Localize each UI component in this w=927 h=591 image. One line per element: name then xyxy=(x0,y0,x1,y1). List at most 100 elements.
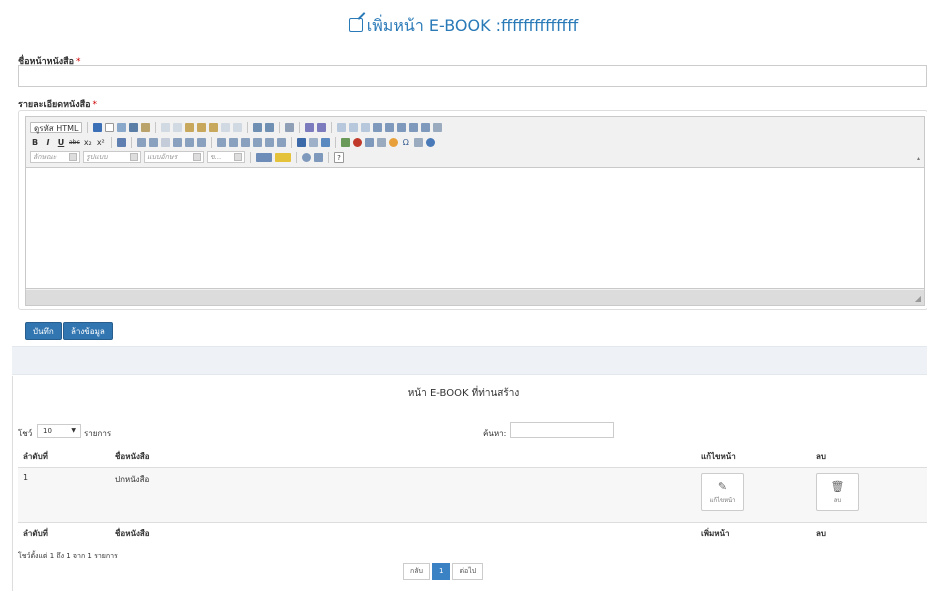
editor-content-area[interactable] xyxy=(26,167,924,289)
link-icon[interactable] xyxy=(296,137,306,147)
smiley-icon[interactable] xyxy=(388,137,398,147)
radio-icon[interactable] xyxy=(361,122,371,132)
rtl-icon[interactable] xyxy=(276,137,286,147)
image-icon[interactable] xyxy=(340,137,350,147)
iframe-icon[interactable] xyxy=(425,137,435,147)
bg-color-icon[interactable] xyxy=(275,152,291,162)
clear-button[interactable]: ล้างข้อมูล xyxy=(63,322,113,340)
new-page-icon[interactable] xyxy=(105,122,115,132)
maximize-icon[interactable] xyxy=(302,152,311,162)
table-icon[interactable] xyxy=(364,137,374,147)
print-icon[interactable] xyxy=(129,122,139,132)
page-title-text: เพิ่มหน้า E-BOOK :ffffffffffffff xyxy=(366,16,579,35)
select-icon[interactable] xyxy=(397,122,407,132)
footer-col-add: เพิ่มหน้า xyxy=(696,522,811,544)
col-header-no[interactable]: ลำดับที่ xyxy=(18,446,110,468)
spellcheck-icon[interactable] xyxy=(305,122,315,132)
strike-button[interactable]: abc xyxy=(69,137,80,148)
page-title: เพิ่มหน้า E-BOOK :ffffffffffffff xyxy=(0,14,927,39)
bold-button[interactable]: B xyxy=(30,137,40,148)
show-blocks-icon[interactable] xyxy=(314,152,323,162)
superscript-button[interactable]: x² xyxy=(96,137,106,148)
redo-icon[interactable] xyxy=(233,122,243,132)
edit-page-button[interactable]: ✎ แก้ไขหน้า xyxy=(701,473,744,511)
chevron-down-icon xyxy=(130,153,138,161)
toolbar-separator xyxy=(247,121,249,133)
checkbox-icon[interactable] xyxy=(349,122,359,132)
size-combo[interactable]: ข... xyxy=(207,151,245,163)
div-icon[interactable] xyxy=(196,137,206,147)
source-button[interactable]: ดูรหัส HTML xyxy=(30,121,83,133)
prev-page-button[interactable]: กลับ xyxy=(403,563,430,580)
page-size-select[interactable]: 10 ▼ xyxy=(37,424,81,438)
copy-icon[interactable] xyxy=(173,122,183,132)
indent-icon[interactable] xyxy=(172,137,182,147)
toolbar-separator xyxy=(110,136,112,148)
paste-text-icon[interactable] xyxy=(197,122,207,132)
align-left-icon[interactable] xyxy=(216,137,226,147)
remove-format-icon[interactable] xyxy=(116,137,126,147)
save-button[interactable]: บันทึก xyxy=(25,322,62,340)
numbered-list-icon[interactable] xyxy=(136,137,146,147)
paste-word-icon[interactable] xyxy=(209,122,219,132)
bulleted-list-icon[interactable] xyxy=(148,137,158,147)
imagebutton-icon[interactable] xyxy=(421,122,431,132)
italic-button[interactable]: I xyxy=(43,137,53,148)
format-combo[interactable]: รูปแบบ xyxy=(83,151,141,163)
select-all-icon[interactable] xyxy=(285,122,295,132)
editor-status-bar: ◢ xyxy=(26,290,924,305)
delete-button[interactable]: 🗑 ลบ xyxy=(816,473,859,511)
editor-container: ดูรหัส HTML B I U abc x₂ x² Ω ลักษณะ รูป… xyxy=(18,110,927,310)
horizontal-line-icon[interactable] xyxy=(376,137,386,147)
text-color-icon[interactable] xyxy=(256,152,272,162)
align-justify-icon[interactable] xyxy=(252,137,262,147)
search-input[interactable] xyxy=(510,422,614,438)
blockquote-icon[interactable] xyxy=(184,137,194,147)
table-footer-row: ลำดับที่ ชื่อหนังสือ เพิ่มหน้า ลบ xyxy=(18,522,927,544)
button-icon[interactable] xyxy=(409,122,419,132)
flash-icon[interactable] xyxy=(352,137,362,147)
align-right-icon[interactable] xyxy=(240,137,250,147)
outdent-icon[interactable] xyxy=(160,137,170,147)
spellcheck-menu-icon[interactable] xyxy=(317,122,327,132)
table-header-row: ลำดับที่ ชื่อหนังสือ แก้ไขหน้า ลบ xyxy=(18,446,927,468)
col-header-delete[interactable]: ลบ xyxy=(811,446,927,468)
page-1-button[interactable]: 1 xyxy=(431,563,451,580)
required-mark: * xyxy=(92,100,98,110)
style-combo[interactable]: ลักษณะ xyxy=(30,151,80,163)
font-combo[interactable]: แบบอักษร xyxy=(144,151,204,163)
unlink-icon[interactable] xyxy=(308,137,318,147)
pagebreak-icon[interactable] xyxy=(413,137,423,147)
subscript-button[interactable]: x₂ xyxy=(83,137,93,148)
col-header-edit[interactable]: แก้ไขหน้า xyxy=(696,446,811,468)
ltr-icon[interactable] xyxy=(264,137,274,147)
preview-icon[interactable] xyxy=(117,122,127,132)
paste-icon[interactable] xyxy=(185,122,195,132)
textarea-icon[interactable] xyxy=(385,122,395,132)
save-icon[interactable] xyxy=(93,122,103,132)
find-icon[interactable] xyxy=(253,122,263,132)
templates-icon[interactable] xyxy=(141,122,151,132)
form-icon[interactable] xyxy=(337,122,347,132)
toolbar-separator xyxy=(334,136,336,148)
anchor-icon[interactable] xyxy=(320,137,330,147)
textfield-icon[interactable] xyxy=(373,122,383,132)
help-icon[interactable]: ? xyxy=(334,151,344,163)
cut-icon[interactable] xyxy=(161,122,171,132)
collapse-toolbar-icon[interactable]: ▴ xyxy=(917,155,920,162)
editor-toolbar-row-1: ดูรหัส HTML xyxy=(30,120,443,134)
hiddenfield-icon[interactable] xyxy=(433,122,443,132)
undo-icon[interactable] xyxy=(221,122,231,132)
row-delete-cell: 🗑 ลบ xyxy=(811,467,927,523)
special-char-icon[interactable]: Ω xyxy=(401,137,411,148)
replace-icon[interactable] xyxy=(265,122,275,132)
toolbar-separator xyxy=(155,121,157,133)
col-header-name[interactable]: ชื่อหนังสือ xyxy=(110,446,696,468)
resize-grip-icon[interactable]: ◢ xyxy=(915,294,921,303)
book-name-input[interactable] xyxy=(18,65,927,87)
delete-label: ลบ xyxy=(833,496,842,504)
footer-col-delete: ลบ xyxy=(811,522,927,544)
underline-button[interactable]: U xyxy=(56,137,66,148)
next-page-button[interactable]: ต่อไป xyxy=(452,563,484,580)
align-center-icon[interactable] xyxy=(228,137,238,147)
